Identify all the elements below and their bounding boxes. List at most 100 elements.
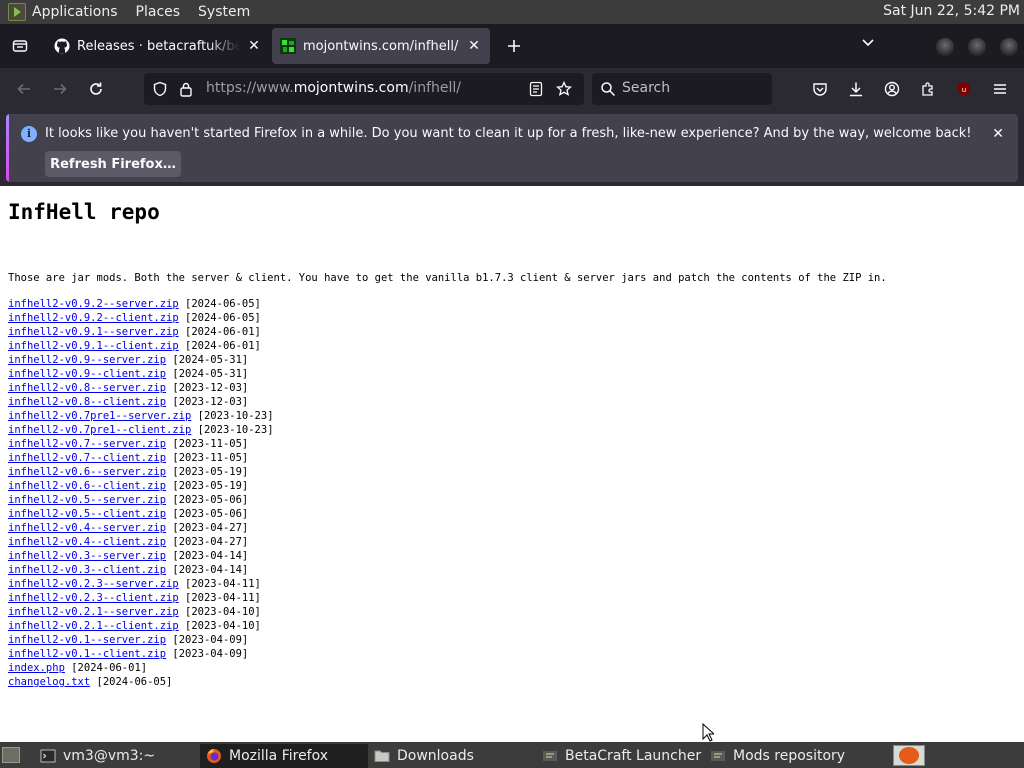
file-link[interactable]: infhell2-v0.4--server.zip [8, 522, 166, 534]
file-link[interactable]: infhell2-v0.8--server.zip [8, 382, 166, 394]
file-list-item: infhell2-v0.9--server.zip [2024-05-31] [8, 353, 274, 367]
file-link[interactable]: infhell2-v0.9.1--server.zip [8, 326, 179, 338]
task-mods-repository[interactable]: Mods repository [704, 744, 872, 768]
file-link[interactable]: infhell2-v0.1--server.zip [8, 634, 166, 646]
task-betacraft-launcher[interactable]: BetaCraft Launcher ... [536, 744, 704, 768]
file-link[interactable]: infhell2-v0.9--client.zip [8, 368, 166, 380]
applications-menu-icon[interactable] [8, 3, 26, 21]
system-menu[interactable]: System [198, 4, 250, 20]
url-text[interactable]: https://www.mojontwins.com/infhell/ [206, 80, 461, 96]
file-link[interactable]: infhell2-v0.2.3--client.zip [8, 592, 179, 604]
page-content: InfHell repo Those are jar mods. Both th… [0, 186, 1024, 742]
file-list-item: infhell2-v0.9--client.zip [2024-05-31] [8, 367, 274, 381]
maximize-button[interactable] [968, 38, 986, 56]
file-list-item: infhell2-v0.5--client.zip [2023-05-06] [8, 507, 274, 521]
file-list-item: infhell2-v0.2.3--client.zip [2023-04-11] [8, 591, 274, 605]
chevron-down-icon [862, 39, 874, 47]
file-link[interactable]: infhell2-v0.2.3--server.zip [8, 578, 179, 590]
new-tab-button[interactable] [498, 30, 530, 62]
file-link[interactable]: infhell2-v0.9.2--server.zip [8, 298, 179, 310]
file-link[interactable]: infhell2-v0.7pre1--server.zip [8, 410, 191, 422]
file-date: [2024-05-31] [172, 354, 249, 366]
file-link[interactable]: infhell2-v0.6--client.zip [8, 480, 166, 492]
show-desktop-button[interactable] [2, 747, 20, 763]
notification-message: It looks like you haven't started Firefo… [45, 126, 972, 141]
file-date: [2024-06-05] [96, 676, 173, 688]
close-window-button[interactable] [1000, 38, 1018, 56]
pocket-button[interactable] [808, 77, 832, 101]
file-link[interactable]: infhell2-v0.9--server.zip [8, 354, 166, 366]
plus-icon [508, 40, 520, 52]
address-bar[interactable]: https://www.mojontwins.com/infhell/ [144, 73, 584, 105]
tab-infhell[interactable]: mojontwins.com/infhell/ ✕ [272, 28, 490, 64]
task-label: Downloads [397, 748, 474, 764]
file-list-item: infhell2-v0.1--server.zip [2023-04-09] [8, 633, 274, 647]
task-downloads[interactable]: Downloads [368, 744, 536, 768]
file-list-item: infhell2-v0.9.1--server.zip [2024-06-01] [8, 325, 274, 339]
file-list-item: infhell2-v0.7--server.zip [2023-11-05] [8, 437, 274, 451]
notification-accent [6, 114, 9, 182]
file-link[interactable]: changelog.txt [8, 676, 90, 688]
applications-menu[interactable]: Applications [32, 4, 118, 20]
bookmark-star-icon[interactable] [556, 81, 572, 97]
search-bar[interactable]: Search [592, 73, 772, 105]
file-list-item: infhell2-v0.1--client.zip [2023-04-09] [8, 647, 274, 661]
file-list-item: infhell2-v0.2.1--server.zip [2023-04-10] [8, 605, 274, 619]
file-link[interactable]: index.php [8, 662, 65, 674]
file-link[interactable]: infhell2-v0.8--client.zip [8, 396, 166, 408]
tab-releases[interactable]: Releases · betacraftuk/betacraft ✕ [46, 28, 270, 64]
close-tab-icon[interactable]: ✕ [246, 38, 262, 54]
task-label: vm3@vm3:~ [63, 748, 156, 764]
lock-icon[interactable] [179, 81, 193, 97]
task-firefox[interactable]: Mozilla Firefox [200, 744, 368, 768]
downloads-button[interactable] [844, 77, 868, 101]
places-menu[interactable]: Places [136, 4, 181, 20]
minimize-button[interactable] [936, 38, 954, 56]
close-notification-icon[interactable]: ✕ [992, 126, 1004, 142]
file-list-item: changelog.txt [2024-06-05] [8, 675, 274, 689]
file-link[interactable]: infhell2-v0.3--server.zip [8, 550, 166, 562]
file-list-item: index.php [2024-06-01] [8, 661, 274, 675]
close-tab-icon[interactable]: ✕ [466, 38, 482, 54]
refresh-firefox-button[interactable]: Refresh Firefox… [45, 151, 181, 177]
file-link[interactable]: infhell2-v0.1--client.zip [8, 648, 166, 660]
svg-text:u: u [962, 86, 966, 94]
task-terminal[interactable]: vm3@vm3:~ [34, 744, 194, 768]
workspace-switcher[interactable] [893, 745, 925, 766]
file-date: [2023-04-10] [185, 606, 261, 618]
shield-icon[interactable] [152, 81, 168, 97]
file-link[interactable]: infhell2-v0.7--client.zip [8, 452, 166, 464]
file-date: [2024-06-01] [185, 326, 261, 338]
file-link[interactable]: infhell2-v0.7pre1--client.zip [8, 424, 191, 436]
forward-button[interactable] [48, 77, 72, 101]
app-menu-button[interactable] [988, 77, 1012, 101]
ublock-button[interactable]: u [952, 77, 976, 101]
hamburger-menu-icon [994, 84, 1006, 94]
file-link[interactable]: infhell2-v0.9.2--client.zip [8, 312, 179, 324]
file-date: [2023-04-11] [185, 578, 261, 590]
file-link[interactable]: infhell2-v0.5--client.zip [8, 508, 166, 520]
file-list-item: infhell2-v0.7--client.zip [2023-11-05] [8, 451, 274, 465]
file-date: [2024-06-05] [185, 312, 261, 324]
reader-view-icon[interactable] [529, 81, 543, 97]
file-link[interactable]: infhell2-v0.4--client.zip [8, 536, 166, 548]
file-link[interactable]: infhell2-v0.9.1--client.zip [8, 340, 179, 352]
file-list-item: infhell2-v0.4--client.zip [2023-04-27] [8, 535, 274, 549]
file-link[interactable]: infhell2-v0.7--server.zip [8, 438, 166, 450]
file-link[interactable]: infhell2-v0.3--client.zip [8, 564, 166, 576]
account-button[interactable] [880, 77, 904, 101]
file-link[interactable]: infhell2-v0.2.1--client.zip [8, 620, 179, 632]
clock[interactable]: Sat Jun 22, 5:42 PM [883, 3, 1020, 19]
file-link[interactable]: infhell2-v0.5--server.zip [8, 494, 166, 506]
file-link[interactable]: infhell2-v0.6--server.zip [8, 466, 166, 478]
reload-button[interactable] [84, 77, 108, 101]
firefox-view-button[interactable] [0, 24, 40, 68]
task-label: Mods repository [733, 748, 846, 764]
back-button[interactable] [12, 77, 36, 101]
list-all-tabs-button[interactable] [860, 34, 876, 54]
extensions-button[interactable] [916, 77, 940, 101]
top-panel: Applications Places System Sat Jun 22, 5… [0, 0, 1024, 24]
refresh-notification-bar: i It looks like you haven't started Fire… [0, 110, 1024, 186]
file-link[interactable]: infhell2-v0.2.1--server.zip [8, 606, 179, 618]
page-description: Those are jar mods. Both the server & cl… [8, 272, 887, 284]
